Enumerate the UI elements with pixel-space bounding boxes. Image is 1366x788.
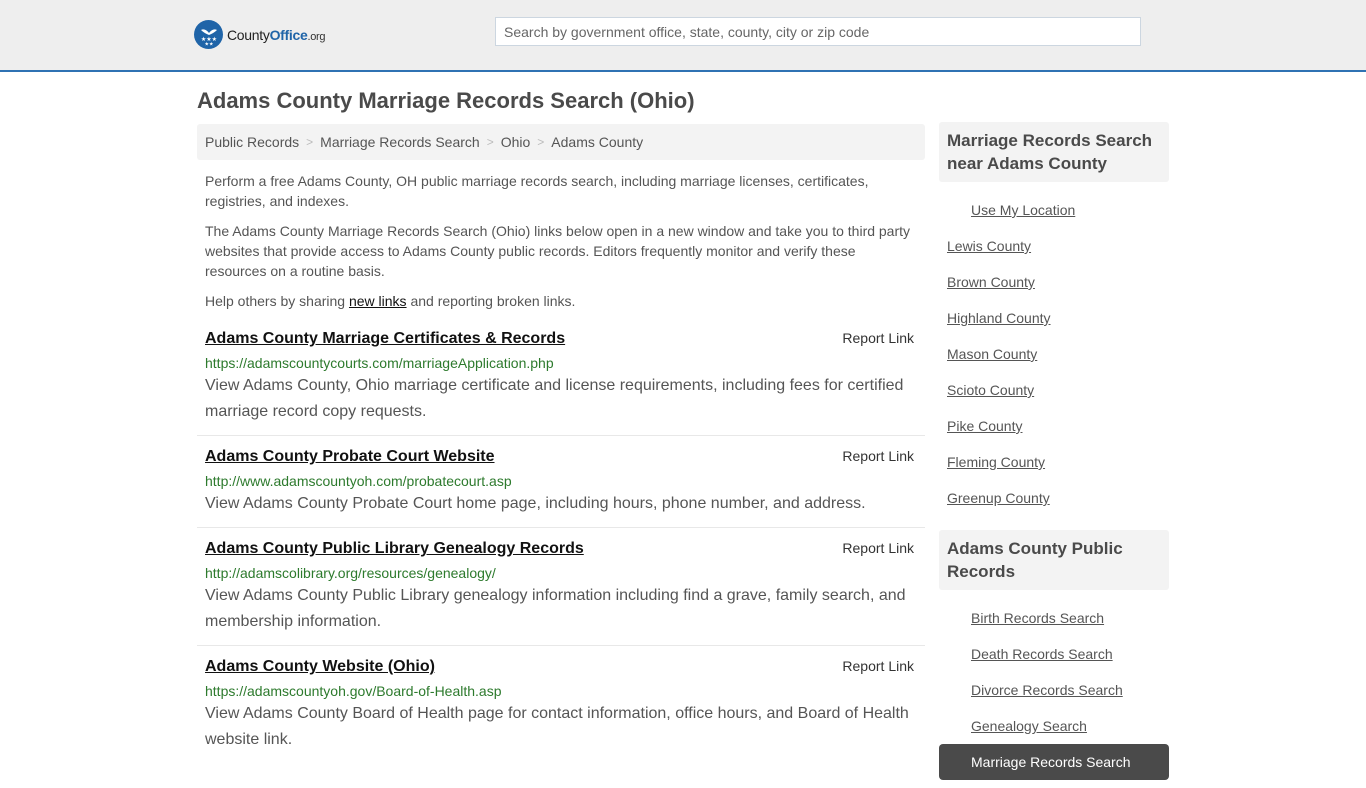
report-link-button[interactable]: Report Link: [842, 658, 914, 674]
nearby-county-item: Mason County: [939, 336, 1169, 372]
result-title-link[interactable]: Adams County Probate Court Website: [205, 446, 495, 468]
result-item: Adams County Probate Court Website Repor…: [197, 446, 925, 528]
report-link-button[interactable]: Report Link: [842, 540, 914, 556]
result-url: http://www.adamscountyoh.com/probatecour…: [205, 473, 512, 489]
site-header: ★★★ ★★ CountyOffice.org: [0, 0, 1366, 72]
intro-paragraph-3: Help others by sharing new links and rep…: [205, 291, 917, 311]
result-title-link[interactable]: Adams County Website (Ohio): [205, 656, 435, 678]
public-records-item: Divorce Records Search: [939, 672, 1169, 708]
report-link-button[interactable]: Report Link: [842, 448, 914, 464]
nearby-county-item: Lewis County: [939, 228, 1169, 264]
nearby-county-item: Brown County: [939, 264, 1169, 300]
intro-paragraph-1: Perform a free Adams County, OH public m…: [205, 173, 869, 209]
breadcrumb-ohio[interactable]: Ohio: [501, 134, 531, 150]
intro-help-text-end: and reporting broken links.: [406, 293, 576, 309]
breadcrumb-separator: >: [306, 135, 314, 149]
search-input[interactable]: [495, 17, 1141, 46]
county-link-highland[interactable]: Highland County: [947, 310, 1051, 326]
new-links-link[interactable]: new links: [349, 293, 407, 309]
public-records-item: Birth Records Search: [939, 600, 1169, 636]
county-link-scioto[interactable]: Scioto County: [947, 382, 1034, 398]
result-url: https://adamscountyoh.gov/Board-of-Healt…: [205, 683, 502, 699]
breadcrumb-separator: >: [486, 135, 494, 149]
breadcrumb-public-records[interactable]: Public Records: [205, 134, 299, 150]
nearby-county-list: Use My Location Lewis County Brown Count…: [939, 182, 1169, 524]
county-link-fleming[interactable]: Fleming County: [947, 454, 1045, 470]
result-description: View Adams County Probate Court home pag…: [205, 495, 866, 512]
result-description: View Adams County, Ohio marriage certifi…: [205, 377, 904, 420]
nearby-heading: Marriage Records Search near Adams Count…: [939, 122, 1169, 182]
site-logo[interactable]: ★★★ ★★ CountyOffice.org: [194, 20, 326, 49]
intro-text: Perform a free Adams County, OH public m…: [197, 171, 925, 311]
report-link-button[interactable]: Report Link: [842, 330, 914, 346]
public-records-item: Death Records Search: [939, 636, 1169, 672]
birth-records-link[interactable]: Birth Records Search: [971, 610, 1104, 626]
svg-text:★★: ★★: [204, 41, 213, 46]
public-records-item: Genealogy Search: [939, 708, 1169, 744]
logo-tld-text: .org: [307, 30, 326, 43]
logo-county-text: County: [227, 26, 270, 43]
result-item: Adams County Website (Ohio) Report Link …: [197, 656, 925, 763]
intro-paragraph-2: The Adams County Marriage Records Search…: [205, 223, 911, 279]
eagle-stars-icon: ★★★ ★★: [194, 20, 223, 49]
intro-help-text: Help others by sharing: [205, 293, 349, 309]
result-item: Adams County Marriage Certificates & Rec…: [197, 328, 925, 436]
nearby-county-item: Fleming County: [939, 444, 1169, 480]
breadcrumb-marriage-records-search[interactable]: Marriage Records Search: [320, 134, 480, 150]
nearby-county-item: Highland County: [939, 300, 1169, 336]
logo-office-text: Office: [269, 26, 308, 43]
county-link-pike[interactable]: Pike County: [947, 418, 1022, 434]
result-description: View Adams County Board of Health page f…: [205, 705, 909, 748]
sidebar: Marriage Records Search near Adams Count…: [939, 122, 1169, 788]
page-title: Adams County Marriage Records Search (Oh…: [197, 88, 695, 113]
use-location-item: Use My Location: [939, 192, 1169, 228]
result-title-link[interactable]: Adams County Marriage Certificates & Rec…: [205, 328, 565, 350]
result-description: View Adams County Public Library genealo…: [205, 587, 906, 630]
public-records-heading: Adams County Public Records: [939, 530, 1169, 590]
result-url: https://adamscountycourts.com/marriageAp…: [205, 355, 554, 371]
result-item: Adams County Public Library Genealogy Re…: [197, 538, 925, 646]
result-title-link[interactable]: Adams County Public Library Genealogy Re…: [205, 538, 584, 560]
use-my-location-link[interactable]: Use My Location: [971, 202, 1075, 218]
logo-wordmark: CountyOffice.org: [227, 26, 326, 43]
results-list: Adams County Marriage Certificates & Rec…: [197, 328, 925, 763]
county-link-brown[interactable]: Brown County: [947, 274, 1035, 290]
breadcrumb-separator: >: [537, 135, 545, 149]
nearby-county-item: Scioto County: [939, 372, 1169, 408]
genealogy-search-link[interactable]: Genealogy Search: [971, 718, 1087, 734]
breadcrumb: Public Records > Marriage Records Search…: [197, 124, 925, 160]
main-content: Public Records > Marriage Records Search…: [197, 124, 925, 773]
divorce-records-link[interactable]: Divorce Records Search: [971, 682, 1123, 698]
county-link-mason[interactable]: Mason County: [947, 346, 1037, 362]
breadcrumb-adams-county[interactable]: Adams County: [551, 134, 643, 150]
public-records-list: Birth Records Search Death Records Searc…: [939, 590, 1169, 788]
county-link-greenup[interactable]: Greenup County: [947, 490, 1050, 506]
death-records-link[interactable]: Death Records Search: [971, 646, 1113, 662]
result-url: http://adamscolibrary.org/resources/gene…: [205, 565, 496, 581]
nearby-county-item: Greenup County: [939, 480, 1169, 516]
county-link-lewis[interactable]: Lewis County: [947, 238, 1031, 254]
nearby-county-item: Pike County: [939, 408, 1169, 444]
public-records-item-active: Marriage Records Search: [939, 744, 1169, 780]
